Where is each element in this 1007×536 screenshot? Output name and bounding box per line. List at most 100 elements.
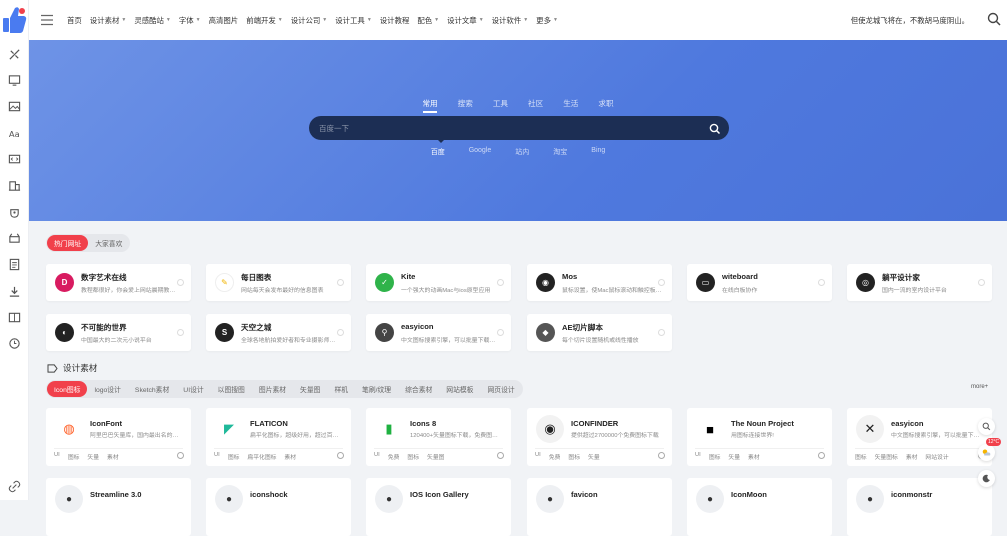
more-apps-icon[interactable]	[7, 310, 21, 324]
dark-mode-button[interactable]	[978, 470, 995, 487]
nav-item[interactable]: 设计素材 ▼	[90, 15, 127, 26]
tool-cup-icon[interactable]	[7, 205, 21, 219]
arrow-circle-icon[interactable]	[818, 452, 825, 459]
resource-card[interactable]: ● Streamline 3.0	[46, 478, 191, 536]
search-tab[interactable]: 社区	[528, 98, 543, 112]
tag[interactable]: 矢量图	[427, 452, 444, 461]
nav-item[interactable]: 更多 ▼	[536, 15, 558, 26]
nav-item[interactable]: 配色 ▼	[417, 15, 439, 26]
search-engine-option[interactable]: 淘宝	[553, 147, 567, 157]
tag[interactable]: 图标	[68, 452, 80, 461]
search-tab[interactable]: 生活	[563, 98, 578, 112]
tag[interactable]: 图标	[228, 452, 240, 461]
filter-tab[interactable]: 图片素材	[252, 381, 293, 397]
site-card[interactable]: ⚲ easyicon 中文图标搜索引擎，可以批量下载图标	[366, 314, 511, 351]
search-tab[interactable]: 求职	[598, 98, 613, 112]
resource-card[interactable]: ▮ Icons 8 120400+矢量图标下载，免费图标素材库 UI 免费图标矢量图	[366, 408, 511, 466]
resource-card[interactable]: ● iconmonstr	[847, 478, 992, 536]
nav-item[interactable]: 设计公司 ▼	[291, 15, 328, 26]
monitor-icon[interactable]	[7, 73, 21, 87]
article-icon[interactable]	[7, 257, 21, 271]
search-engine-option[interactable]: 百度	[431, 147, 445, 157]
filter-tab[interactable]: 综合素材	[398, 381, 439, 397]
tag[interactable]: 素材	[284, 452, 296, 461]
site-card[interactable]: ✓ Kite 一个强大的动画Mac与ios原型应用	[366, 264, 511, 301]
site-card[interactable]: ◎ 躺平设计家 国内一流的室内设计平台	[847, 264, 992, 301]
filter-tab[interactable]: 以图搜图	[211, 381, 252, 397]
arrow-circle-icon[interactable]	[658, 329, 665, 336]
filter-tab[interactable]: Sketch素材	[128, 381, 176, 397]
arrow-circle-icon[interactable]	[177, 279, 184, 286]
filter-tab[interactable]: 矢量图	[293, 381, 327, 397]
search-box[interactable]: 百度一下	[309, 116, 729, 143]
arrow-circle-icon[interactable]	[497, 329, 504, 336]
tag[interactable]: 图标	[407, 452, 419, 461]
filter-tab[interactable]: 网页设计	[480, 381, 521, 397]
arrow-circle-icon[interactable]	[978, 279, 985, 286]
tag[interactable]: 扁平化图标	[247, 452, 276, 461]
resource-card[interactable]: ◉ ICONFINDER 提供超过2700000个免费图标下载 UI 免费 图标 矢量	[527, 408, 672, 466]
search-tab[interactable]: 搜索	[458, 98, 473, 112]
resource-card[interactable]: ◍ IconFont 阿里巴巴矢量库，国内最出名的矢量图标库 UI 图标矢量素材	[46, 408, 191, 466]
nav-item[interactable]: 设计软件 ▼	[492, 15, 529, 26]
arrow-circle-icon[interactable]	[658, 452, 665, 459]
resource-card[interactable]: ● IconMoon	[687, 478, 832, 536]
tag[interactable]: UI	[695, 452, 701, 461]
filter-tab[interactable]: 大家喜欢	[88, 235, 129, 251]
weather-button[interactable]	[978, 444, 995, 461]
tag[interactable]: UI	[214, 452, 220, 461]
tag[interactable]: 图标	[568, 452, 580, 461]
arrow-circle-icon[interactable]	[177, 452, 184, 459]
tag[interactable]: 矢量	[728, 452, 740, 461]
tag[interactable]: UI	[535, 452, 541, 461]
search-submit-icon[interactable]	[709, 122, 721, 135]
filter-tab[interactable]: logo设计	[87, 381, 127, 397]
nav-item[interactable]: 字体 ▼	[179, 15, 201, 26]
search-tab[interactable]: 工具	[493, 98, 508, 112]
site-card[interactable]: ◆ AE切片脚本 每个切片设置随机或线性播放	[527, 314, 672, 351]
hamburger-menu-icon[interactable]	[41, 13, 53, 27]
tag[interactable]: 素材	[107, 452, 119, 461]
search-engine-option[interactable]: 站内	[515, 147, 529, 157]
search-tab[interactable]: 常用	[422, 98, 438, 113]
tag[interactable]: 素材	[748, 452, 760, 461]
tag[interactable]: 网站设计	[925, 452, 948, 461]
arrow-circle-icon[interactable]	[337, 329, 344, 336]
resource-card[interactable]: ■ The Noun Project 用图标连接世界! UI 图标 矢量 素材	[687, 408, 832, 466]
site-logo[interactable]	[2, 5, 27, 35]
filter-tab[interactable]: 网站模板	[439, 381, 480, 397]
resource-card[interactable]: ● favicon	[527, 478, 672, 536]
search-engine-option[interactable]: Bing	[591, 147, 605, 157]
arrow-circle-icon[interactable]	[337, 279, 344, 286]
site-card[interactable]: D 数字艺术在线 教程都很好，你会爱上网站晨期教程的	[46, 264, 191, 301]
tag[interactable]: UI	[54, 452, 60, 461]
site-card[interactable]: ◐ 不可能的世界 中国最大的二次元小说平台	[46, 314, 191, 351]
arrow-circle-icon[interactable]	[337, 452, 344, 459]
filter-tab[interactable]: 笔刷/纹理	[355, 381, 398, 397]
site-card[interactable]: ✎ 每日图表 网站每天会发布最好的信息图表	[206, 264, 351, 301]
tag[interactable]: 免费	[549, 452, 561, 461]
tag[interactable]: 矢量	[87, 452, 99, 461]
resource-card[interactable]: ● IOS Icon Gallery	[366, 478, 511, 536]
nav-item[interactable]: 设计教程	[380, 15, 410, 26]
nav-item[interactable]: 设计工具 ▼	[335, 15, 372, 26]
font-icon[interactable]: Aa	[7, 126, 21, 140]
clock-icon[interactable]	[7, 336, 21, 350]
nav-item[interactable]: 前端开发 ▼	[246, 15, 283, 26]
link-icon[interactable]	[7, 479, 21, 493]
building-icon[interactable]	[7, 178, 21, 192]
palette-icon[interactable]	[7, 231, 21, 245]
tag[interactable]: 免费	[388, 452, 400, 461]
resource-card[interactable]: ◤ FLATICON 扁平化图标，超级好用，超过百万的图标 UI 图标扁平化图标素材	[206, 408, 351, 466]
code-icon[interactable]	[7, 152, 21, 166]
arrow-circle-icon[interactable]	[497, 279, 504, 286]
nav-item[interactable]: 设计文章 ▼	[447, 15, 484, 26]
tag[interactable]: 矢量图标	[875, 452, 898, 461]
nav-item[interactable]: 灵感酷站 ▼	[134, 15, 171, 26]
tag[interactable]: 素材	[906, 452, 918, 461]
arrow-circle-icon[interactable]	[497, 452, 504, 459]
search-icon[interactable]	[987, 12, 1001, 26]
search-input[interactable]: 百度一下	[319, 123, 349, 134]
tag[interactable]: 图标	[855, 452, 867, 461]
site-card[interactable]: ◉ Mos 鼠标设置，使Mac鼠标滚动和触控板一样顺滑	[527, 264, 672, 301]
